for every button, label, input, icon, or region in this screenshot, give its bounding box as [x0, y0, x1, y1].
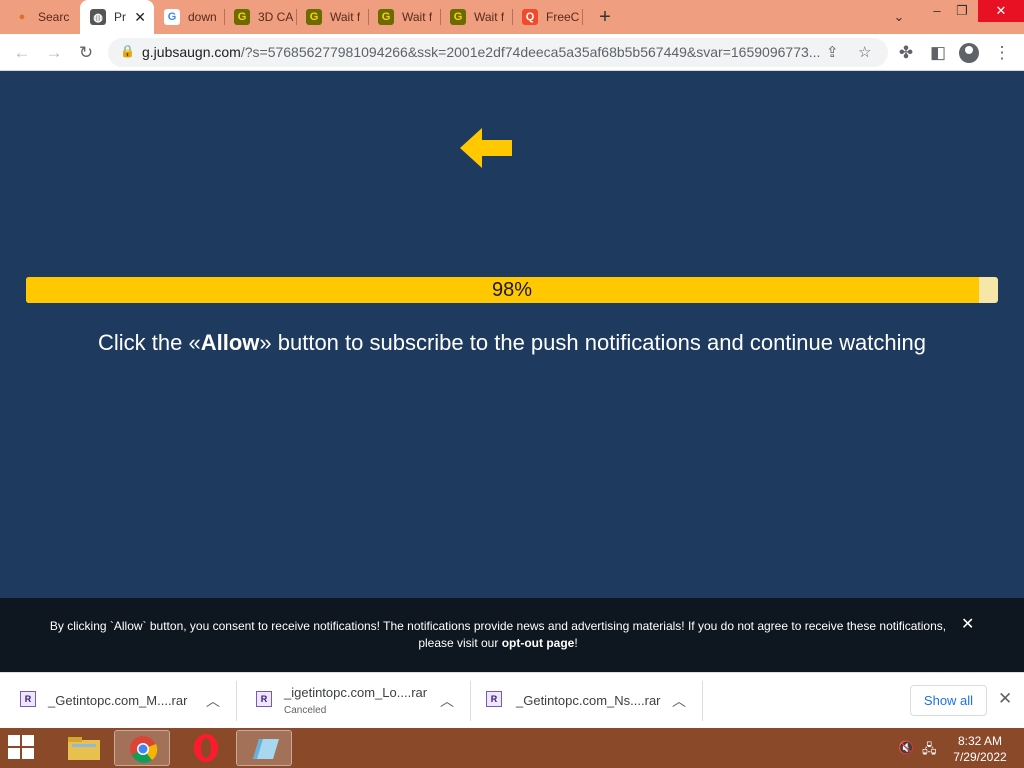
file-explorer-icon[interactable] — [56, 730, 112, 766]
extensions-icon[interactable]: ✤ — [894, 41, 918, 65]
g-site-icon: G — [450, 9, 466, 25]
tab-wait-2[interactable]: G Wait f — [368, 0, 440, 34]
freecad-icon: Q — [522, 9, 538, 25]
lock-icon[interactable]: 🔒 — [120, 44, 135, 58]
reload-icon[interactable]: ↻ — [74, 41, 98, 65]
chevron-up-icon[interactable]: ︿ — [206, 691, 220, 711]
bookmark-star-icon[interactable]: ☆ — [858, 43, 871, 61]
url-text[interactable]: g.jubsaugn.com/?s=576856277981094266&ssk… — [142, 44, 822, 60]
opera-icon[interactable] — [178, 730, 234, 766]
consent-banner: By clicking `Allow` button, you consent … — [0, 598, 1024, 672]
new-tab-button[interactable]: + — [594, 6, 616, 28]
restore-icon[interactable]: ❐ — [948, 0, 976, 22]
tab-google[interactable]: G down — [154, 0, 224, 34]
location-dot-icon: ● — [18, 11, 26, 23]
rar-file-icon: R — [20, 691, 36, 707]
tab-freec[interactable]: Q FreeC — [512, 0, 582, 34]
download-item[interactable]: R _igetintopc.com_Lo....rar Canceled ︿ — [236, 673, 470, 729]
windows-start-icon[interactable] — [8, 735, 40, 761]
window-close-icon[interactable]: ✕ — [978, 0, 1024, 22]
progress-bar: 98% — [26, 277, 998, 303]
left-arrow-icon — [460, 128, 512, 168]
chrome-icon[interactable] — [114, 730, 170, 766]
back-icon[interactable]: ← — [10, 41, 34, 65]
side-panel-icon[interactable]: ◧ — [926, 41, 950, 65]
consent-text: By clicking `Allow` button, you consent … — [49, 619, 947, 650]
download-bar: R _Getintopc.com_M....rar ︿ R _igetintop… — [0, 672, 1024, 728]
opt-out-link[interactable]: opt-out page — [502, 636, 575, 650]
download-bar-close-icon[interactable]: ✕ — [998, 689, 1012, 709]
tab-wait-1[interactable]: G Wait f — [296, 0, 368, 34]
share-icon[interactable]: ⇪ — [826, 43, 839, 61]
profile-avatar-icon[interactable] — [959, 43, 979, 63]
chevron-up-icon[interactable]: ︿ — [440, 691, 454, 711]
forward-icon[interactable]: → — [42, 41, 66, 65]
close-tab-icon[interactable]: ✕ — [134, 9, 146, 26]
notepad-icon[interactable] — [236, 730, 292, 766]
download-item[interactable]: R _Getintopc.com_Ns....rar ︿ — [470, 673, 702, 729]
page-content: 98% Click the «Allow» button to subscrib… — [0, 72, 1024, 598]
tab-strip: ● Searc ◍ Pr ✕ G down G 3D CA G Wait f G… — [0, 0, 1024, 34]
browser-toolbar: ← → ↻ 🔒 g.jubsaugn.com/?s=57685627798109… — [0, 34, 1024, 71]
tab-search[interactable]: ● Searc — [4, 0, 76, 34]
tab-active[interactable]: ◍ Pr ✕ — [80, 0, 154, 34]
google-icon: G — [164, 9, 180, 25]
tab-3dca[interactable]: G 3D CA — [224, 0, 296, 34]
globe-icon: ◍ — [90, 9, 106, 25]
network-icon[interactable]: 🖧 — [922, 740, 937, 762]
g-site-icon: G — [306, 9, 322, 25]
clock[interactable]: 8:32 AM 7/29/2022 — [948, 733, 1012, 765]
address-bar[interactable]: 🔒 g.jubsaugn.com/?s=576856277981094266&s… — [108, 38, 888, 67]
tab-search-chevron-icon[interactable]: ⌄ — [886, 6, 912, 28]
rar-file-icon: R — [486, 691, 502, 707]
g-site-icon: G — [234, 9, 250, 25]
page-headline: Click the «Allow» button to subscribe to… — [98, 330, 926, 355]
volume-muted-icon[interactable]: 🔇 — [898, 740, 914, 756]
show-all-button[interactable]: Show all — [910, 685, 987, 716]
rar-file-icon: R — [256, 691, 272, 707]
taskbar: 🔇 🖧 8:32 AM 7/29/2022 — [0, 728, 1024, 768]
tab-wait-3[interactable]: G Wait f — [440, 0, 512, 34]
chevron-up-icon[interactable]: ︿ — [672, 691, 686, 711]
menu-kebab-icon[interactable]: ⋮ — [990, 41, 1014, 65]
download-item[interactable]: R _Getintopc.com_M....rar ︿ — [0, 673, 236, 729]
g-site-icon: G — [378, 9, 394, 25]
progress-label: 98% — [491, 279, 533, 301]
consent-close-icon[interactable]: ✕ — [961, 614, 974, 634]
